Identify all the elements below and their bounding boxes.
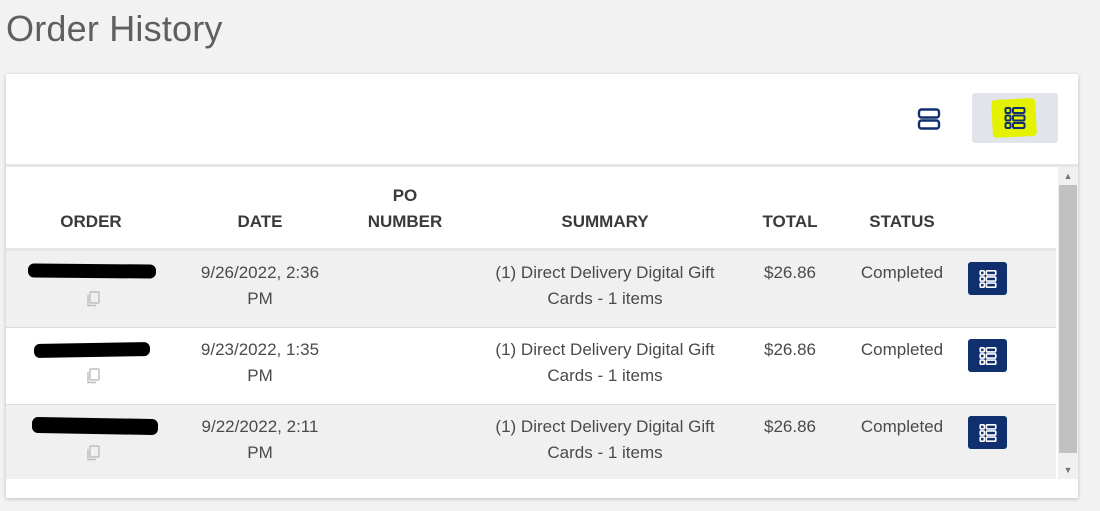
- order-date-line2: PM: [247, 366, 273, 385]
- header-total[interactable]: TOTAL: [735, 209, 845, 235]
- order-summary-line1: (1) Direct Delivery Digital Gift: [495, 263, 715, 282]
- card-view-icon: [917, 108, 941, 130]
- card-view-button[interactable]: [912, 102, 946, 136]
- order-date-line2: PM: [247, 443, 273, 462]
- copy-icon[interactable]: [86, 368, 100, 384]
- table-header: ORDER DATE PO NUMBER SUMMARY TOTAL STATU…: [6, 167, 1056, 251]
- scroll-up-arrow-icon[interactable]: ▲: [1058, 167, 1078, 185]
- order-date-line2: PM: [247, 289, 273, 308]
- orders-table: ORDER DATE PO NUMBER SUMMARY TOTAL STATU…: [6, 167, 1056, 479]
- order-summary-line2: Cards - 1 items: [547, 289, 663, 308]
- redacted-order-number: [33, 341, 151, 359]
- order-date-line1: 9/22/2022, 2:11: [201, 417, 319, 436]
- table-row: 9/22/2022, 2:11 PM (1) Direct Delivery D…: [6, 405, 1056, 479]
- order-status: Completed: [860, 417, 944, 436]
- copy-icon[interactable]: [86, 291, 100, 307]
- order-status: Completed: [860, 340, 944, 359]
- header-po-number-line1[interactable]: PO: [335, 183, 475, 209]
- header-date[interactable]: DATE: [190, 209, 330, 235]
- order-total: $26.86: [764, 340, 816, 359]
- order-details-button[interactable]: [968, 416, 1007, 449]
- table-row: 9/26/2022, 2:36 PM (1) Direct Delivery D…: [6, 251, 1056, 328]
- order-details-button[interactable]: [968, 262, 1007, 295]
- redacted-order-number: [31, 416, 159, 436]
- copy-icon[interactable]: [86, 445, 100, 461]
- page-title: Order History: [6, 8, 223, 49]
- order-summary-line1: (1) Direct Delivery Digital Gift: [495, 340, 715, 359]
- order-total: $26.86: [764, 263, 816, 282]
- details-icon: [978, 423, 997, 442]
- table-row: 9/23/2022, 1:35 PM (1) Direct Delivery D…: [6, 328, 1056, 405]
- header-order[interactable]: ORDER: [21, 209, 161, 235]
- scroll-down-arrow-icon[interactable]: ▼: [1058, 461, 1078, 479]
- header-po-number-line2[interactable]: NUMBER: [335, 209, 475, 235]
- list-view-icon: [1004, 107, 1026, 129]
- redacted-order-number: [27, 263, 157, 279]
- order-summary-line2: Cards - 1 items: [547, 366, 663, 385]
- order-total: $26.86: [764, 417, 816, 436]
- order-status: Completed: [860, 263, 944, 282]
- details-icon: [978, 346, 997, 365]
- header-summary[interactable]: SUMMARY: [485, 209, 725, 235]
- scroll-thumb[interactable]: [1059, 185, 1077, 453]
- order-details-button[interactable]: [968, 339, 1007, 372]
- table-scrollbar[interactable]: ▲ ▼: [1058, 167, 1078, 479]
- order-date-line1: 9/26/2022, 2:36: [200, 263, 320, 282]
- view-toolbar: [6, 74, 1078, 167]
- order-summary-line2: Cards - 1 items: [547, 443, 663, 462]
- details-icon: [978, 269, 997, 288]
- header-status[interactable]: STATUS: [846, 209, 958, 235]
- order-date-line1: 9/23/2022, 1:35: [200, 340, 320, 359]
- list-view-button[interactable]: [972, 93, 1058, 143]
- order-summary-line1: (1) Direct Delivery Digital Gift: [495, 417, 715, 436]
- order-history-card: ORDER DATE PO NUMBER SUMMARY TOTAL STATU…: [6, 74, 1078, 498]
